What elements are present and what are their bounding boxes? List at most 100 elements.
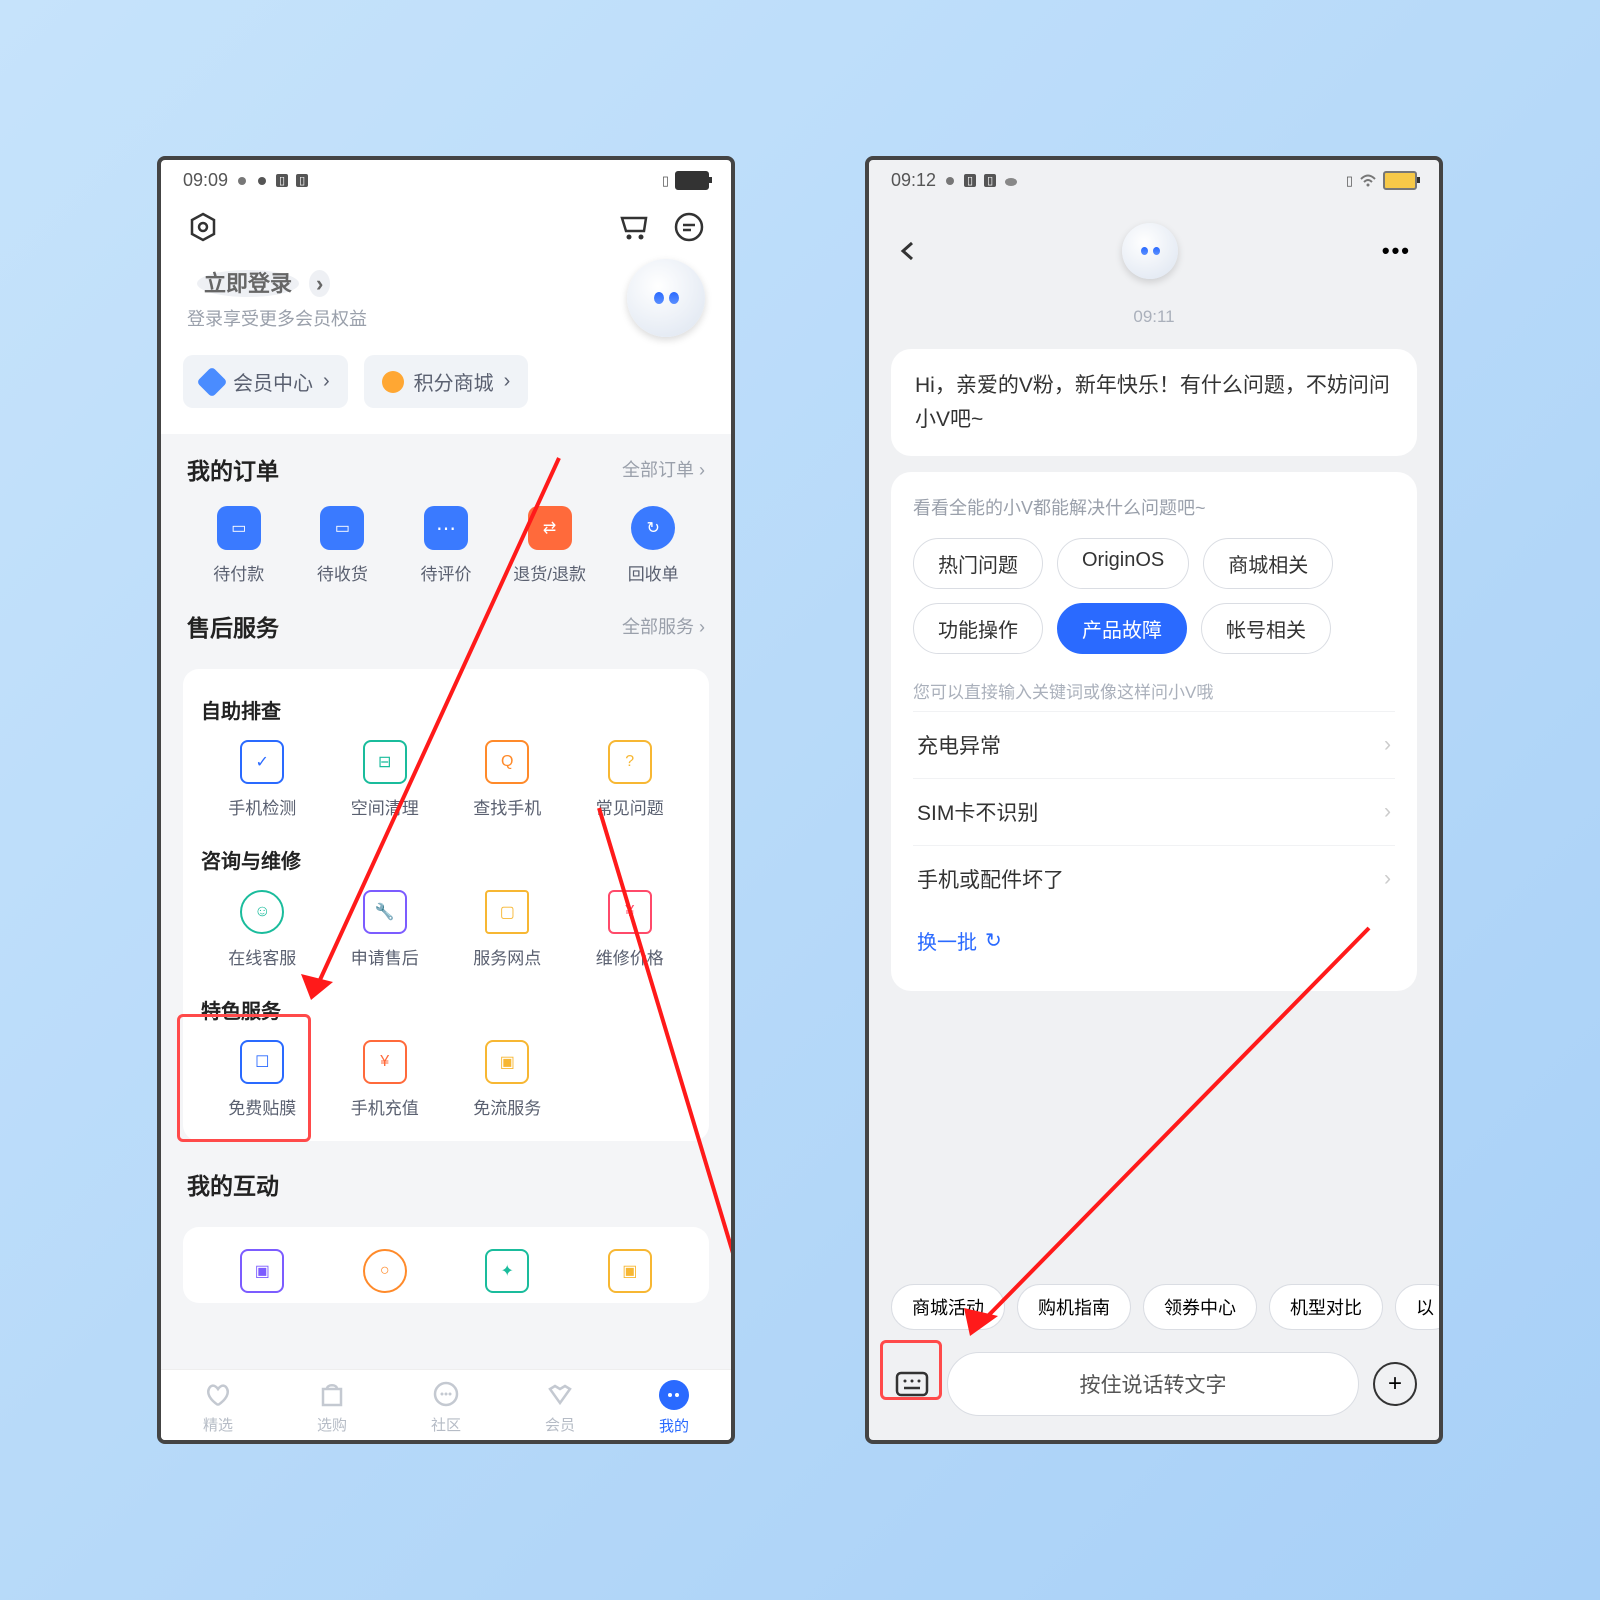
q-row[interactable]: 手机或配件坏了› <box>913 845 1395 912</box>
input-bar: 按住说话转文字 + <box>869 1340 1439 1440</box>
keyboard-icon[interactable] <box>891 1363 933 1405</box>
chat-header: ••• <box>869 201 1439 289</box>
quick-chip[interactable]: 商城活动 <box>891 1284 1005 1330</box>
phone-left: 09:09 ▯ ▯ ▯ 立即登录› 登录享受更多会员权益 会员中心› 积分商城›… <box>157 156 735 1444</box>
login-title: 立即登录 <box>197 270 299 297</box>
q-row[interactable]: SIM卡不识别› <box>913 778 1395 845</box>
subsection: 特色服务 <box>201 995 691 1024</box>
quick-chip[interactable]: 购机指南 <box>1017 1284 1131 1330</box>
badge-icon: ▯ <box>964 174 976 187</box>
chip[interactable]: OriginOS <box>1057 538 1189 589</box>
refresh-icon: ↻ <box>985 928 1002 953</box>
svc-item[interactable]: ▣免流服务 <box>446 1040 569 1119</box>
star-icon <box>382 371 404 393</box>
chips: 热门问题 OriginOS 商城相关 功能操作 产品故障 帐号相关 <box>913 538 1395 654</box>
section-title: 我的订单 <box>187 452 279 486</box>
quick-chip[interactable]: 领券中心 <box>1143 1284 1257 1330</box>
phone-right: 09:12 ▯ ▯ ▯ ••• 09:11 Hi，亲爱的V粉，新年快乐！有什么问… <box>865 156 1443 1444</box>
time: 09:12 <box>891 170 936 191</box>
order-item[interactable]: ⋯待评价 <box>394 506 498 585</box>
svc-item[interactable]: ¥手机充值 <box>324 1040 447 1119</box>
service-card: 自助排查 ✓手机检测 ⊟空间清理 Q查找手机 ?常见问题 咨询与维修 ☺在线客服… <box>183 669 709 1141</box>
svc-item[interactable]: ?常见问题 <box>569 740 692 819</box>
settings-icon[interactable] <box>187 211 219 243</box>
chip[interactable]: 帐号相关 <box>1201 603 1331 654</box>
svc-item[interactable]: ¥维修价格 <box>569 890 692 969</box>
chip[interactable]: 热门问题 <box>913 538 1043 589</box>
section-title: 售后服务 <box>187 609 279 643</box>
inter-item[interactable]: ✦ <box>446 1249 569 1303</box>
timestamp: 09:11 <box>869 289 1439 337</box>
svc-item[interactable]: ⊟空间清理 <box>324 740 447 819</box>
pill-member[interactable]: 会员中心› <box>183 355 348 408</box>
inter-item[interactable]: ▣ <box>201 1249 324 1303</box>
badge-icon: ▯ <box>296 174 308 187</box>
svc-item[interactable]: ✓手机检测 <box>201 740 324 819</box>
inter-item[interactable]: ○ <box>324 1249 447 1303</box>
subsection: 咨询与维修 <box>201 845 691 874</box>
order-item[interactable]: ▭待付款 <box>187 506 291 585</box>
suggestion-card: 看看全能的小V都能解决什么问题吧~ 热门问题 OriginOS 商城相关 功能操… <box>891 472 1417 991</box>
quick-chip[interactable]: 以 <box>1395 1284 1439 1330</box>
nav-mine[interactable]: 我的 <box>659 1380 689 1436</box>
svc-item[interactable]: 🔧申请售后 <box>324 890 447 969</box>
time: 09:09 <box>183 170 228 191</box>
plus-button[interactable]: + <box>1373 1362 1417 1406</box>
dot-icon <box>944 175 956 187</box>
chevron-right-icon: › <box>504 370 511 393</box>
chevron-right-icon: › <box>323 370 330 393</box>
chat-icon[interactable] <box>673 211 705 243</box>
svc-item[interactable]: ☐免费贴膜 <box>201 1040 324 1119</box>
orders-grid: ▭待付款 ▭待收货 ⋯待评价 ⇄退货/退款 ↻回收单 <box>187 506 705 585</box>
header <box>161 201 731 253</box>
inter-item[interactable]: ▣ <box>569 1249 692 1303</box>
sim-icon: ▯ <box>1346 173 1353 189</box>
chip[interactable]: 商城相关 <box>1203 538 1333 589</box>
chip-active[interactable]: 产品故障 <box>1057 603 1187 654</box>
quick-chip[interactable]: 机型对比 <box>1269 1284 1383 1330</box>
login-sub: 登录享受更多会员权益 <box>187 305 367 331</box>
login-area[interactable]: 立即登录› 登录享受更多会员权益 <box>161 253 731 337</box>
badge-icon: ▯ <box>984 174 996 187</box>
wifi-icon <box>1359 174 1377 188</box>
bottom-nav: 精选 选购 社区 会员 我的 <box>161 1369 731 1440</box>
q-row[interactable]: 充电异常› <box>913 711 1395 778</box>
chevron-right-icon: › <box>1384 867 1391 891</box>
status-bar: 09:12 ▯ ▯ ▯ <box>869 160 1439 201</box>
svc-item[interactable]: ▢服务网点 <box>446 890 569 969</box>
dot-icon <box>256 175 268 187</box>
more-link[interactable]: 全部订单 › <box>622 456 705 482</box>
cloud-icon <box>1004 175 1018 187</box>
nav-featured[interactable]: 精选 <box>203 1381 233 1435</box>
more-link[interactable]: 全部服务 › <box>622 613 705 639</box>
card-head: 看看全能的小V都能解决什么问题吧~ <box>913 494 1395 520</box>
order-item[interactable]: ⇄退货/退款 <box>498 506 602 585</box>
section-title: 我的互动 <box>187 1167 279 1201</box>
back-icon[interactable] <box>897 240 919 262</box>
order-item[interactable]: ↻回收单 <box>601 506 705 585</box>
voice-input[interactable]: 按住说话转文字 <box>947 1352 1359 1416</box>
cart-icon[interactable] <box>617 211 651 243</box>
more-icon[interactable]: ••• <box>1382 238 1411 264</box>
mic-icon <box>236 175 248 187</box>
bot-avatar <box>1122 223 1178 279</box>
order-item[interactable]: ▭待收货 <box>291 506 395 585</box>
nav-community[interactable]: 社区 <box>431 1381 461 1435</box>
badge-icon: ▯ <box>276 174 288 187</box>
battery-icon <box>675 171 709 190</box>
pill-points[interactable]: 积分商城› <box>364 355 529 408</box>
inter-card: ▣ ○ ✦ ▣ <box>183 1227 709 1303</box>
nav-member[interactable]: 会员 <box>545 1381 575 1435</box>
chevron-right-icon: › <box>1384 733 1391 757</box>
subsection: 自助排查 <box>201 695 691 724</box>
card-hint: 您可以直接输入关键词或像这样问小V哦 <box>913 678 1395 703</box>
nav-shop[interactable]: 选购 <box>317 1381 347 1435</box>
chip[interactable]: 功能操作 <box>913 603 1043 654</box>
svc-item[interactable]: Q查找手机 <box>446 740 569 819</box>
bot-avatar <box>627 259 705 337</box>
swap-button[interactable]: 换一批↻ <box>913 912 1395 969</box>
pills: 会员中心› 积分商城› <box>161 337 731 434</box>
svc-item-online[interactable]: ☺在线客服 <box>201 890 324 969</box>
diamond-icon <box>196 366 227 397</box>
quick-chips: 商城活动 购机指南 领券中心 机型对比 以 <box>869 1274 1439 1340</box>
